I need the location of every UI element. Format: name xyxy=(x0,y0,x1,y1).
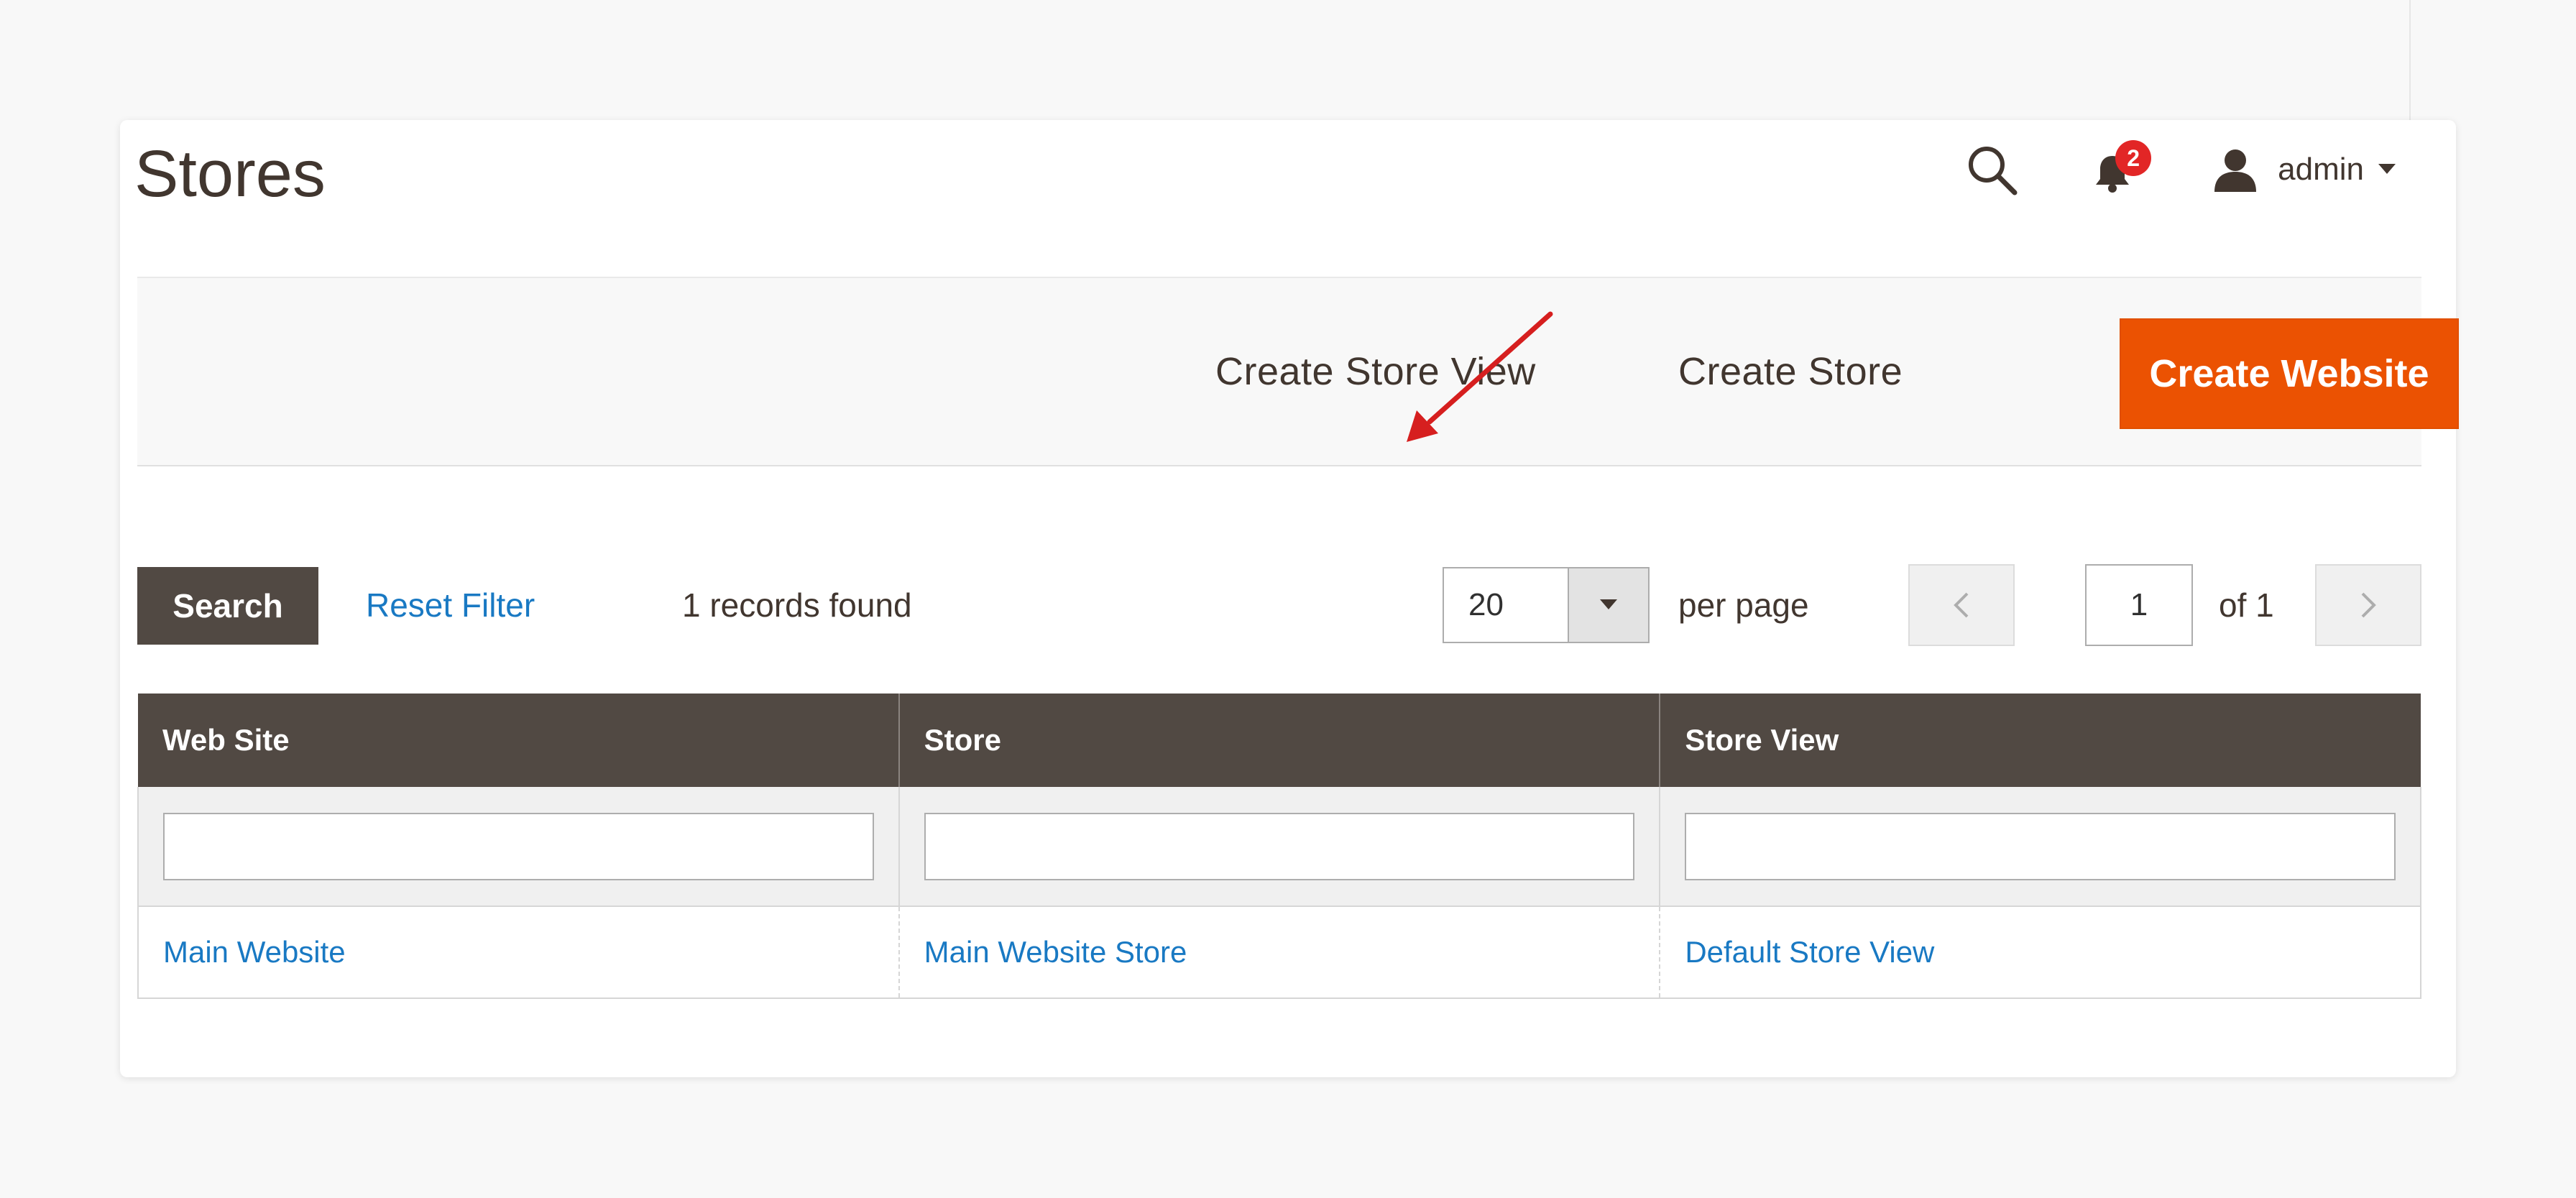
per-page-label: per page xyxy=(1678,586,1809,624)
grid-toolbar: Search Reset Filter 1 records found 20 p… xyxy=(137,564,2421,646)
records-found-count: 1 records found xyxy=(682,586,912,624)
page-actions-bar: Create Store View Create Store Create We… xyxy=(137,277,2459,466)
store-view-filter-input[interactable] xyxy=(1685,812,2396,880)
page-size-toggle[interactable] xyxy=(1568,568,1648,642)
annotation-arrow-icon xyxy=(1407,311,1553,442)
column-header-store[interactable]: Store xyxy=(898,694,1660,787)
current-page-input[interactable] xyxy=(2085,564,2193,646)
user-name: admin xyxy=(2278,152,2364,187)
grid-header-row: Web Site Store Store View xyxy=(138,694,2421,787)
filter-cell-web-site xyxy=(137,787,899,907)
user-menu[interactable]: admin xyxy=(2212,146,2396,193)
filter-row xyxy=(137,787,2421,907)
chevron-right-icon xyxy=(2361,592,2376,618)
chevron-down-icon xyxy=(1600,599,1617,609)
notifications-button[interactable]: 2 xyxy=(2088,137,2153,202)
user-icon xyxy=(2214,149,2257,192)
create-store-view-button[interactable]: Create Store View xyxy=(1211,278,1540,465)
chevron-left-icon xyxy=(1954,592,1969,618)
notification-count-badge: 2 xyxy=(2115,140,2152,176)
chevron-down-icon xyxy=(2378,164,2396,174)
next-page-button[interactable] xyxy=(2315,564,2421,646)
page-size-value: 20 xyxy=(1468,587,1504,622)
search-button[interactable]: Search xyxy=(137,567,318,645)
filter-cell-store xyxy=(898,787,1660,907)
page-size-select[interactable]: 20 xyxy=(1443,567,1650,643)
table-row: Main Website Main Website Store Default … xyxy=(137,906,2421,999)
page-total-label: of 1 xyxy=(2219,586,2274,624)
stores-grid: Web Site Store Store View Main Website M… xyxy=(137,694,2421,999)
reset-filter-link[interactable]: Reset Filter xyxy=(366,564,535,646)
search-icon[interactable] xyxy=(1964,142,2019,197)
store-link[interactable]: Main Website Store xyxy=(898,906,1660,999)
web-site-link[interactable]: Main Website xyxy=(137,906,899,999)
store-view-link[interactable]: Default Store View xyxy=(1659,906,2421,999)
previous-page-button[interactable] xyxy=(1908,564,2015,646)
filter-cell-store-view xyxy=(1659,787,2421,907)
column-header-store-view[interactable]: Store View xyxy=(1659,694,2421,787)
create-website-button[interactable]: Create Website xyxy=(2120,318,2459,429)
store-filter-input[interactable] xyxy=(924,812,1635,880)
web-site-filter-input[interactable] xyxy=(163,812,874,880)
stores-panel: Stores 2 admin Create Store View Create … xyxy=(120,120,2459,1077)
column-header-web-site[interactable]: Web Site xyxy=(138,694,899,787)
header-actions: 2 admin xyxy=(1964,130,2396,209)
page-title: Stores xyxy=(134,137,326,211)
page-divider xyxy=(2409,0,2411,121)
